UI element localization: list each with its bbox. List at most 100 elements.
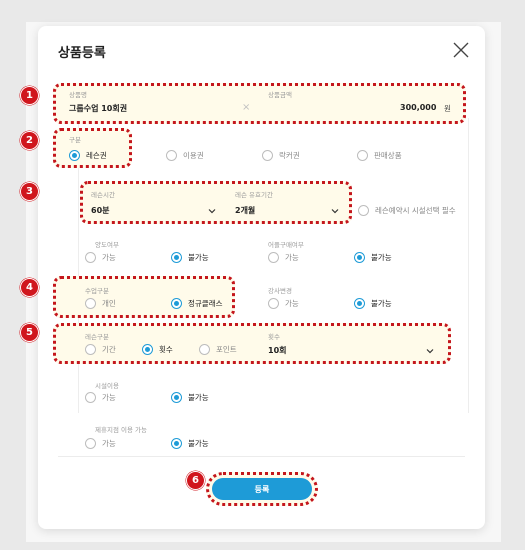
radio-dot: [171, 252, 182, 263]
radio-label: 이용권: [183, 151, 204, 160]
instructor-change-radio-no[interactable]: 불가능: [354, 298, 392, 309]
radio-label: 불가능: [371, 253, 392, 262]
facility-label: 시설이용: [95, 382, 119, 390]
footer-divider: [58, 456, 465, 457]
radio-label: 불가능: [188, 439, 209, 448]
radio-label: 불가능: [371, 299, 392, 308]
modal-title: 상품등록: [58, 46, 106, 61]
app-purchase-label: 어플구매여부: [268, 241, 304, 249]
clear-icon[interactable]: ×: [242, 102, 250, 113]
radio-dot: [85, 298, 96, 309]
product-name-label: 상품명: [69, 91, 87, 99]
radio-label: 불가능: [188, 253, 209, 262]
instructor-change-radio-yes[interactable]: 가능: [268, 298, 299, 309]
partner-radio-yes[interactable]: 가능: [85, 438, 116, 449]
lesson-time-group: [80, 181, 352, 224]
category-radio-usage[interactable]: 이용권: [166, 150, 204, 161]
radio-dot: [268, 252, 279, 263]
register-button[interactable]: 등록: [212, 478, 312, 500]
radio-dot: [262, 150, 273, 161]
radio-label: 가능: [102, 253, 116, 262]
radio-dot: [171, 438, 182, 449]
lesson-type-radio-point[interactable]: 포인트: [199, 344, 237, 355]
close-icon: [453, 42, 469, 58]
radio-dot: [69, 150, 80, 161]
app-purchase-radio-yes[interactable]: 가능: [268, 252, 299, 263]
category-radio-lesson[interactable]: 레슨권: [69, 150, 107, 161]
radio-label: 가능: [102, 393, 116, 402]
radio-label: 정규클래스: [188, 299, 223, 308]
lesson-period-label: 레슨 유효기간: [235, 191, 273, 199]
count-label: 횟수: [268, 333, 280, 341]
category-radio-sale[interactable]: 판매상품: [357, 150, 402, 161]
lesson-type-label: 레슨구분: [85, 333, 109, 341]
radio-label: 개인: [102, 299, 116, 308]
class-type-radio-regular[interactable]: 정규클래스: [171, 298, 223, 309]
lesson-time-select[interactable]: 60분: [91, 205, 110, 216]
radio-label: 불가능: [188, 393, 209, 402]
lesson-type-radio-count[interactable]: 횟수: [142, 344, 173, 355]
category-radio-locker[interactable]: 락커권: [262, 150, 300, 161]
category-group: [53, 128, 132, 168]
callout-badge-2: 2: [20, 131, 39, 150]
radio-label: 가능: [102, 439, 116, 448]
lesson-period-select[interactable]: 2개월: [235, 205, 255, 216]
radio-dot: [358, 205, 369, 216]
partner-radio-no[interactable]: 불가능: [171, 438, 209, 449]
radio-label: 레슨예약시 시설선택 필수: [375, 206, 456, 215]
radio-label: 레슨권: [86, 151, 107, 160]
product-price-label: 상품금액: [268, 91, 292, 99]
radio-dot: [142, 344, 153, 355]
partner-label: 제휴지점 이용 가능: [95, 426, 147, 434]
callout-badge-6: 6: [186, 471, 205, 490]
lesson-type-radio-period[interactable]: 기간: [85, 344, 116, 355]
radio-dot: [85, 392, 96, 403]
radio-dot: [85, 438, 96, 449]
form-right-border: [468, 118, 469, 413]
chevron-down-icon[interactable]: [426, 347, 434, 355]
radio-label: 가능: [285, 253, 299, 262]
lesson-time-label: 레슨시간: [91, 191, 115, 199]
radio-label: 가능: [285, 299, 299, 308]
radio-label: 판매상품: [374, 151, 402, 160]
chevron-down-icon[interactable]: [331, 207, 339, 215]
radio-dot: [354, 298, 365, 309]
radio-dot: [85, 252, 96, 263]
radio-label: 횟수: [159, 345, 173, 354]
radio-dot: [357, 150, 368, 161]
radio-dot: [171, 392, 182, 403]
facility-radio-no[interactable]: 불가능: [171, 392, 209, 403]
category-label: 구분: [69, 136, 81, 144]
radio-dot: [171, 298, 182, 309]
facility-required-checkbox[interactable]: 레슨예약시 시설선택 필수: [358, 205, 456, 216]
product-register-modal: 상품등록 상품명 그룹수업 10회권 × 상품금액 300,000 원 구분 레…: [38, 26, 485, 529]
transfer-radio-no[interactable]: 불가능: [171, 252, 209, 263]
instructor-change-label: 강사변경: [268, 287, 292, 295]
radio-dot: [199, 344, 210, 355]
transfer-label: 양도여부: [95, 241, 119, 249]
callout-badge-4: 4: [20, 278, 39, 297]
class-type-group: [53, 276, 235, 318]
radio-dot: [85, 344, 96, 355]
facility-radio-yes[interactable]: 가능: [85, 392, 116, 403]
radio-label: 기간: [102, 345, 116, 354]
callout-badge-3: 3: [20, 182, 39, 201]
app-purchase-radio-no[interactable]: 불가능: [354, 252, 392, 263]
radio-label: 포인트: [216, 345, 237, 354]
chevron-down-icon[interactable]: [208, 207, 216, 215]
count-select[interactable]: 10회: [268, 345, 287, 356]
product-price-input[interactable]: 300,000: [400, 103, 436, 112]
submit-highlight: 등록: [206, 472, 318, 506]
close-button[interactable]: [451, 40, 471, 60]
product-name-input[interactable]: 그룹수업 10회권: [69, 103, 127, 114]
radio-dot: [354, 252, 365, 263]
radio-dot: [166, 150, 177, 161]
radio-label: 락커권: [279, 151, 300, 160]
transfer-radio-yes[interactable]: 가능: [85, 252, 116, 263]
callout-badge-1: 1: [20, 86, 39, 105]
radio-dot: [268, 298, 279, 309]
price-unit: 원: [444, 104, 451, 113]
callout-badge-5: 5: [20, 323, 39, 342]
class-type-label: 수업구분: [85, 287, 109, 295]
class-type-radio-private[interactable]: 개인: [85, 298, 116, 309]
